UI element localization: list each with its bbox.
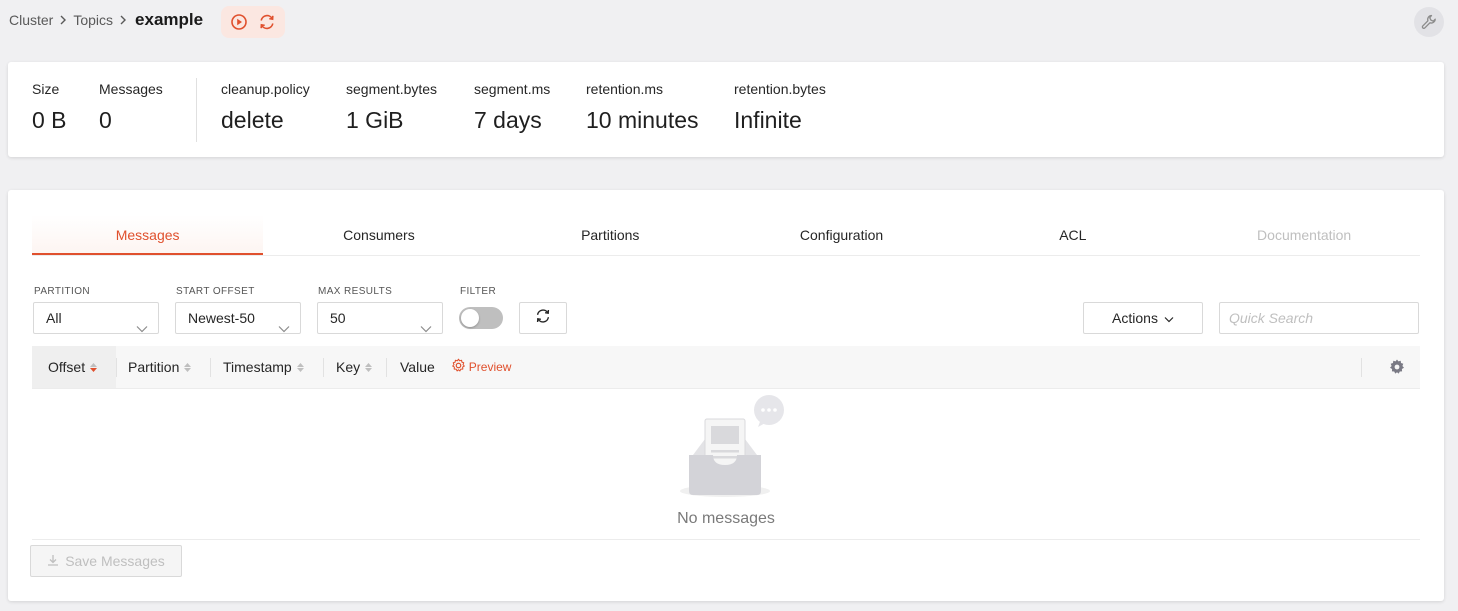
messages-panel: Messages Consumers Partitions Configurat…	[8, 190, 1444, 601]
tab-acl[interactable]: ACL	[957, 215, 1188, 255]
tab-consumers[interactable]: Consumers	[263, 215, 494, 255]
stat-value: 0 B	[32, 107, 67, 133]
max-results-value: 50	[330, 310, 346, 326]
chevron-down-icon	[136, 313, 148, 343]
chevron-down-icon	[278, 313, 290, 343]
stat-segment-ms: segment.ms 7 days	[474, 81, 550, 134]
actions-dropdown[interactable]: Actions	[1083, 302, 1203, 334]
stat-label: segment.bytes	[346, 81, 438, 97]
play-icon[interactable]	[227, 10, 251, 34]
tab-partitions[interactable]: Partitions	[495, 215, 726, 255]
sort-icon	[184, 362, 192, 372]
toggle-knob	[461, 309, 479, 327]
reload-button[interactable]	[519, 302, 567, 334]
tab-documentation: Documentation	[1257, 227, 1352, 243]
stat-segment-bytes: segment.bytes 1 GiB	[346, 81, 437, 134]
stat-messages: Messages 0	[99, 81, 163, 134]
quick-search-input[interactable]	[1219, 302, 1419, 334]
filter-toggle[interactable]	[459, 307, 503, 329]
stat-label: retention.ms	[586, 81, 664, 97]
stat-cleanup-policy: cleanup.policy delete	[221, 81, 310, 134]
preview-toggle[interactable]: Preview	[451, 358, 512, 376]
tab-messages[interactable]: Messages	[32, 215, 264, 255]
stat-value: 0	[99, 107, 112, 133]
empty-state: No messages	[32, 390, 1420, 540]
stat-label: segment.ms	[474, 81, 551, 97]
topic-stats-card: Size 0 B Messages 0 cleanup.policy delet…	[8, 62, 1444, 157]
start-offset-label: START OFFSET	[176, 286, 255, 297]
filter-label: FILTER	[460, 286, 497, 297]
stat-value: 1 GiB	[346, 107, 404, 133]
wrench-icon[interactable]	[1414, 7, 1444, 37]
sort-icon	[90, 362, 98, 372]
chevron-down-icon	[1164, 310, 1174, 326]
start-offset-select[interactable]: Newest-50	[175, 302, 301, 334]
stat-retention-bytes: retention.bytes Infinite	[734, 81, 826, 134]
breadcrumb: Cluster Topics example	[9, 10, 203, 30]
partition-select[interactable]: All	[33, 302, 159, 334]
empty-inbox-icon	[679, 395, 789, 505]
stat-size: Size 0 B	[32, 81, 67, 134]
chevron-down-icon	[420, 313, 432, 343]
column-label: Offset	[48, 359, 86, 375]
stat-value: 7 days	[474, 107, 542, 133]
settings-gear-icon[interactable]	[1388, 358, 1406, 381]
max-results-label: MAX RESULTS	[318, 286, 393, 297]
max-results-select[interactable]: 50	[317, 302, 443, 334]
column-key[interactable]: Key	[336, 346, 373, 388]
preview-label: Preview	[468, 360, 512, 374]
column-label: Partition	[128, 359, 180, 375]
column-label: Value	[400, 359, 435, 375]
stat-label: Messages	[99, 81, 163, 97]
column-divider	[386, 358, 387, 377]
stats-divider	[196, 78, 197, 142]
chevron-right-icon	[59, 15, 67, 25]
actions-label: Actions	[1112, 310, 1158, 326]
breadcrumb-cluster[interactable]: Cluster	[9, 12, 53, 28]
page-header: Cluster Topics example	[0, 0, 1458, 44]
stat-value: 10 minutes	[586, 107, 699, 133]
column-divider	[323, 358, 324, 377]
column-value: Value Preview	[400, 346, 511, 388]
column-divider	[116, 358, 117, 377]
start-offset-value: Newest-50	[188, 310, 255, 326]
stat-label: retention.bytes	[734, 81, 826, 97]
page-title: example	[135, 10, 204, 29]
empty-message: No messages	[677, 510, 775, 527]
stat-retention-ms: retention.ms 10 minutes	[586, 81, 699, 134]
title-actions	[221, 6, 285, 38]
stat-value: delete	[221, 107, 284, 133]
sync-icon	[535, 308, 551, 329]
tab-configuration[interactable]: Configuration	[726, 215, 957, 255]
sort-icon	[296, 362, 304, 372]
column-divider	[1361, 358, 1362, 377]
column-divider	[210, 358, 211, 377]
stat-label: Size	[32, 81, 60, 97]
partition-label: PARTITION	[34, 286, 91, 297]
column-label: Timestamp	[223, 359, 292, 375]
download-icon	[47, 553, 59, 569]
column-timestamp[interactable]: Timestamp	[223, 346, 304, 388]
sort-icon	[365, 362, 373, 372]
column-offset[interactable]: Offset	[32, 346, 116, 388]
stat-label: cleanup.policy	[221, 81, 310, 97]
breadcrumb-topics[interactable]: Topics	[73, 12, 113, 28]
messages-table-header: Offset Partition Timestamp Key Value Pre…	[32, 346, 1420, 389]
gear-icon	[451, 358, 466, 376]
refresh-icon[interactable]	[255, 10, 279, 34]
save-messages-button: Save Messages	[30, 545, 182, 577]
column-partition[interactable]: Partition	[128, 346, 192, 388]
column-label: Key	[336, 359, 361, 375]
tab-bar: Messages Consumers Partitions Configurat…	[32, 215, 1420, 256]
chevron-right-icon	[119, 15, 127, 25]
save-messages-label: Save Messages	[65, 553, 165, 569]
partition-value: All	[46, 310, 62, 326]
stat-value: Infinite	[734, 107, 802, 133]
